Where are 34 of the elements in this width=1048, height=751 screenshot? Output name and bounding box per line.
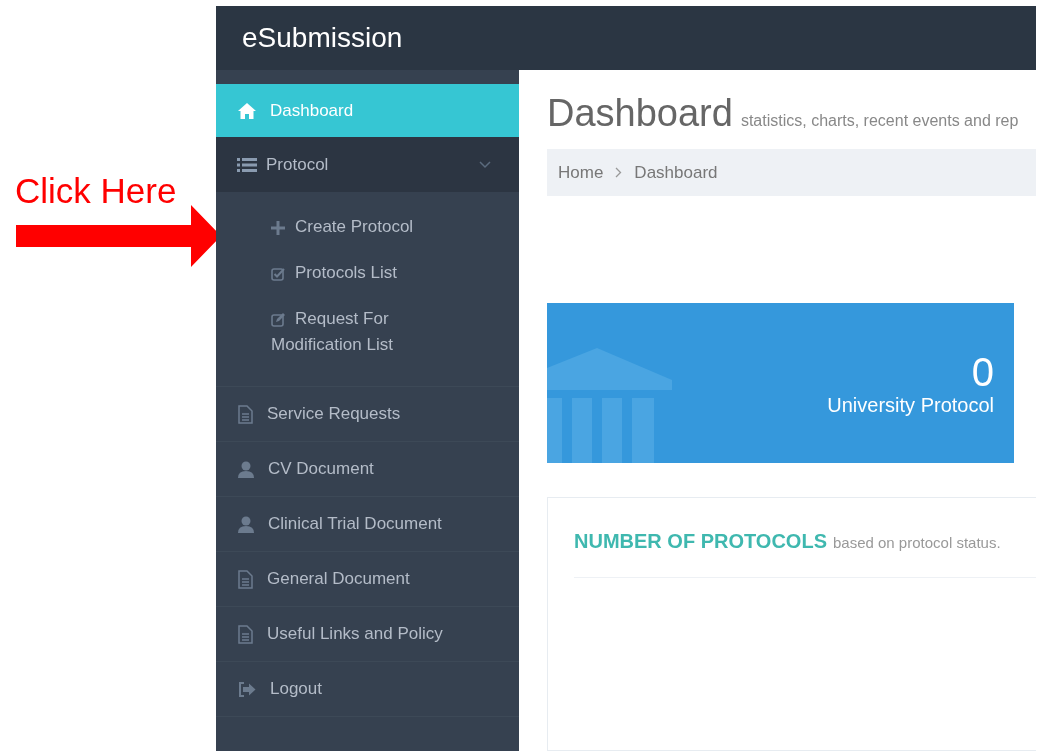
breadcrumb-current: Dashboard: [634, 162, 718, 183]
edit-icon: [271, 312, 286, 327]
user-icon: [238, 515, 254, 533]
stat-value: 0: [971, 349, 994, 394]
list-icon: [237, 156, 257, 173]
sidebar-item[interactable]: General Document: [216, 552, 519, 607]
logout-icon: [238, 681, 256, 697]
sidebar-item[interactable]: Useful Links and Policy: [216, 607, 519, 662]
plus-icon: [271, 220, 285, 235]
sidebar-item[interactable]: CV Document: [216, 442, 519, 497]
brand-title[interactable]: eSubmission: [242, 22, 403, 54]
chevron-icon: [479, 160, 491, 169]
submenu-item[interactable]: Create Protocol: [216, 204, 519, 250]
panel-subtitle: based on protocol status.: [832, 534, 1001, 551]
document-icon: [238, 404, 253, 424]
home-icon: [238, 102, 256, 119]
page-title: Dashboard: [547, 92, 733, 135]
sidebar-item[interactable]: Logout: [216, 662, 519, 717]
checkbox-icon: [271, 266, 286, 281]
stat-tile[interactable]: 0 University Protocol: [547, 303, 1014, 463]
user-icon: [238, 460, 254, 478]
stat-label: University Protocol: [827, 393, 994, 417]
callout-text: Click Here: [15, 172, 177, 211]
chevron-right-icon: [615, 167, 623, 178]
sidebar-item[interactable]: Clinical Trial Document: [216, 497, 519, 552]
sidebar-item[interactable]: Protocol: [216, 137, 519, 192]
page-subtitle: statistics, charts, recent events and rep: [740, 112, 1019, 130]
sidebar-item[interactable]: Service Requests: [216, 387, 519, 442]
panel-title: NUMBER OF PROTOCOLS: [574, 530, 827, 553]
breadcrumb-link[interactable]: Home: [558, 162, 604, 183]
document-icon: [238, 569, 253, 589]
submenu-item[interactable]: Request For Modification List: [216, 296, 519, 368]
document-icon: [238, 624, 253, 644]
submenu-item[interactable]: Protocols List: [216, 250, 519, 296]
